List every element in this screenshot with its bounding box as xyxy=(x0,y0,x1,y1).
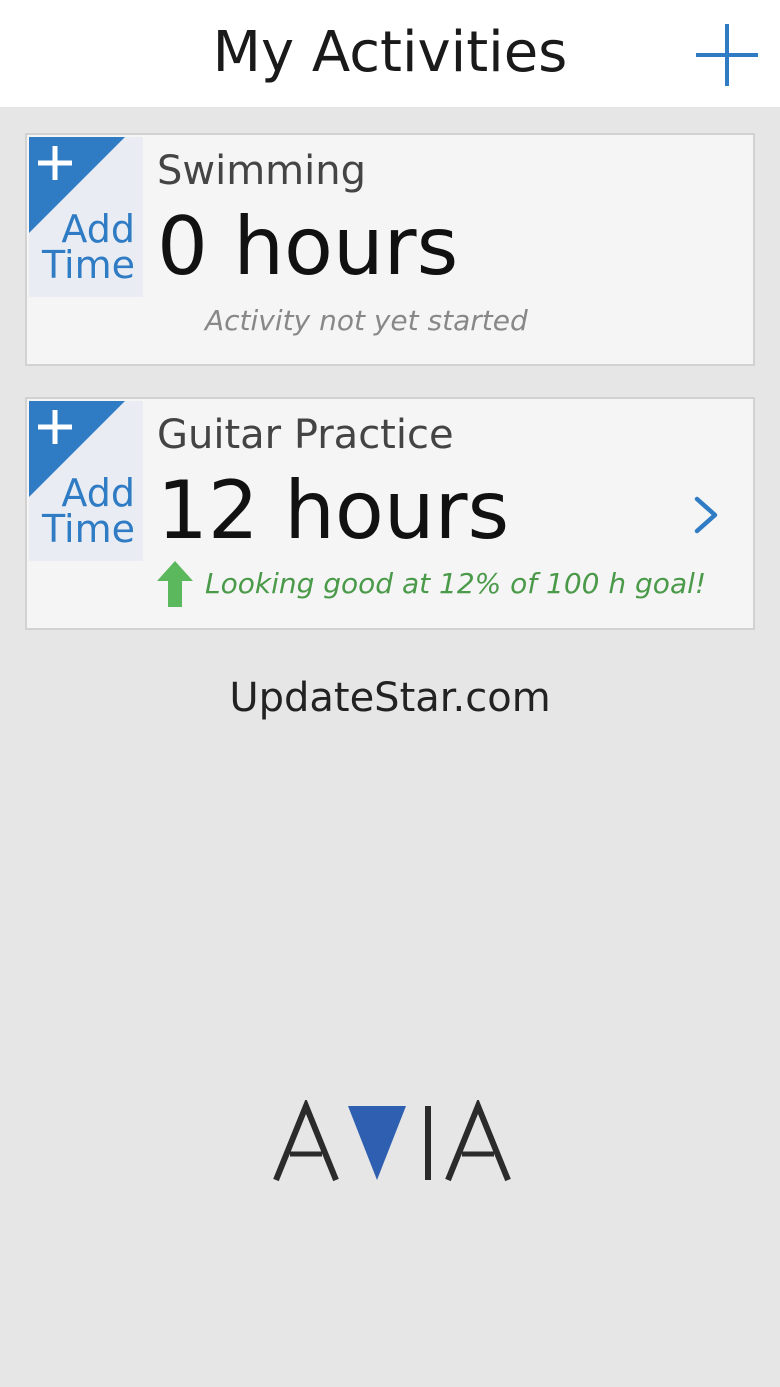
activity-card-swimming[interactable]: Add Time Swimming 0 hours Activity not y… xyxy=(25,133,755,366)
add-time-label: Time xyxy=(42,507,135,551)
add-time-button[interactable]: Add Time xyxy=(29,137,143,297)
arrow-up-icon xyxy=(157,561,193,607)
avia-logo xyxy=(270,1100,520,1186)
watermark-text: UpdateStar.com xyxy=(229,675,551,721)
chevron-right-icon[interactable] xyxy=(691,495,721,535)
plus-icon xyxy=(696,24,758,86)
activity-name: Guitar Practice xyxy=(157,412,454,458)
activity-card-guitar-practice[interactable]: Add Time Guitar Practice 12 hours Lookin… xyxy=(25,397,755,630)
plus-icon xyxy=(35,143,75,183)
app-header: My Activities xyxy=(0,0,780,107)
activity-status: Activity not yet started xyxy=(205,304,528,337)
page-title: My Activities xyxy=(212,20,568,85)
add-activity-button[interactable] xyxy=(692,20,762,90)
add-time-button[interactable]: Add Time xyxy=(29,401,143,561)
goal-status-row: Looking good at 12% of 100 h goal! xyxy=(157,561,737,607)
activity-hours: 12 hours xyxy=(157,464,510,557)
activity-name: Swimming xyxy=(157,148,367,194)
plus-icon xyxy=(35,407,75,447)
goal-status-text: Looking good at 12% of 100 h goal! xyxy=(205,567,707,600)
add-time-label: Time xyxy=(42,243,135,287)
activity-hours: 0 hours xyxy=(157,200,459,293)
